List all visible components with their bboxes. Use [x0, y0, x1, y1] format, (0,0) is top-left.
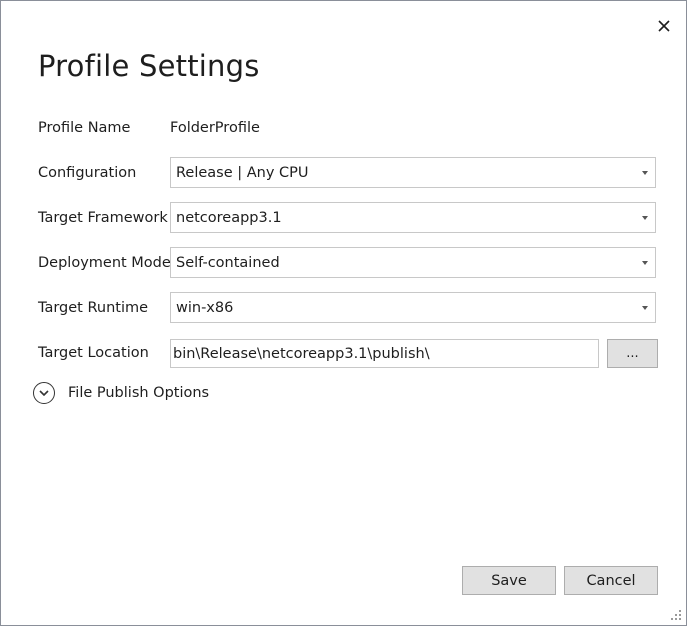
- deployment-mode-dropdown[interactable]: Self-contained: [170, 247, 656, 278]
- profile-settings-dialog: Profile Settings Profile Name FolderProf…: [0, 0, 687, 626]
- close-button[interactable]: [651, 13, 677, 39]
- browse-button[interactable]: ...: [607, 339, 658, 368]
- chevron-down-circle-icon: [33, 382, 55, 404]
- target-framework-value: netcoreapp3.1: [176, 210, 282, 226]
- dropdown-arrow-icon: [642, 306, 648, 310]
- target-runtime-dropdown[interactable]: win-x86: [170, 292, 656, 323]
- target-framework-dropdown[interactable]: netcoreapp3.1: [170, 202, 656, 233]
- file-publish-options-label: File Publish Options: [68, 385, 210, 401]
- close-icon: [658, 20, 670, 32]
- configuration-label: Configuration: [38, 165, 137, 181]
- profile-name-value: FolderProfile: [170, 120, 260, 136]
- deployment-mode-value: Self-contained: [176, 255, 280, 271]
- target-framework-label: Target Framework: [38, 210, 168, 226]
- dropdown-arrow-icon: [642, 261, 648, 265]
- dropdown-arrow-icon: [642, 171, 648, 175]
- target-location-label: Target Location: [38, 345, 149, 361]
- resize-grip-icon[interactable]: [670, 609, 682, 621]
- target-runtime-value: win-x86: [176, 300, 234, 316]
- target-runtime-label: Target Runtime: [38, 300, 149, 316]
- dropdown-arrow-icon: [642, 216, 648, 220]
- configuration-value: Release | Any CPU: [176, 165, 309, 181]
- deployment-mode-label: Deployment Mode: [38, 255, 171, 271]
- profile-name-label: Profile Name: [38, 120, 131, 136]
- configuration-dropdown[interactable]: Release | Any CPU: [170, 157, 656, 188]
- file-publish-options-expander[interactable]: File Publish Options: [33, 382, 209, 404]
- cancel-button[interactable]: Cancel: [564, 566, 658, 595]
- save-button[interactable]: Save: [462, 566, 556, 595]
- target-location-input[interactable]: [170, 339, 599, 368]
- dialog-title: Profile Settings: [38, 49, 260, 83]
